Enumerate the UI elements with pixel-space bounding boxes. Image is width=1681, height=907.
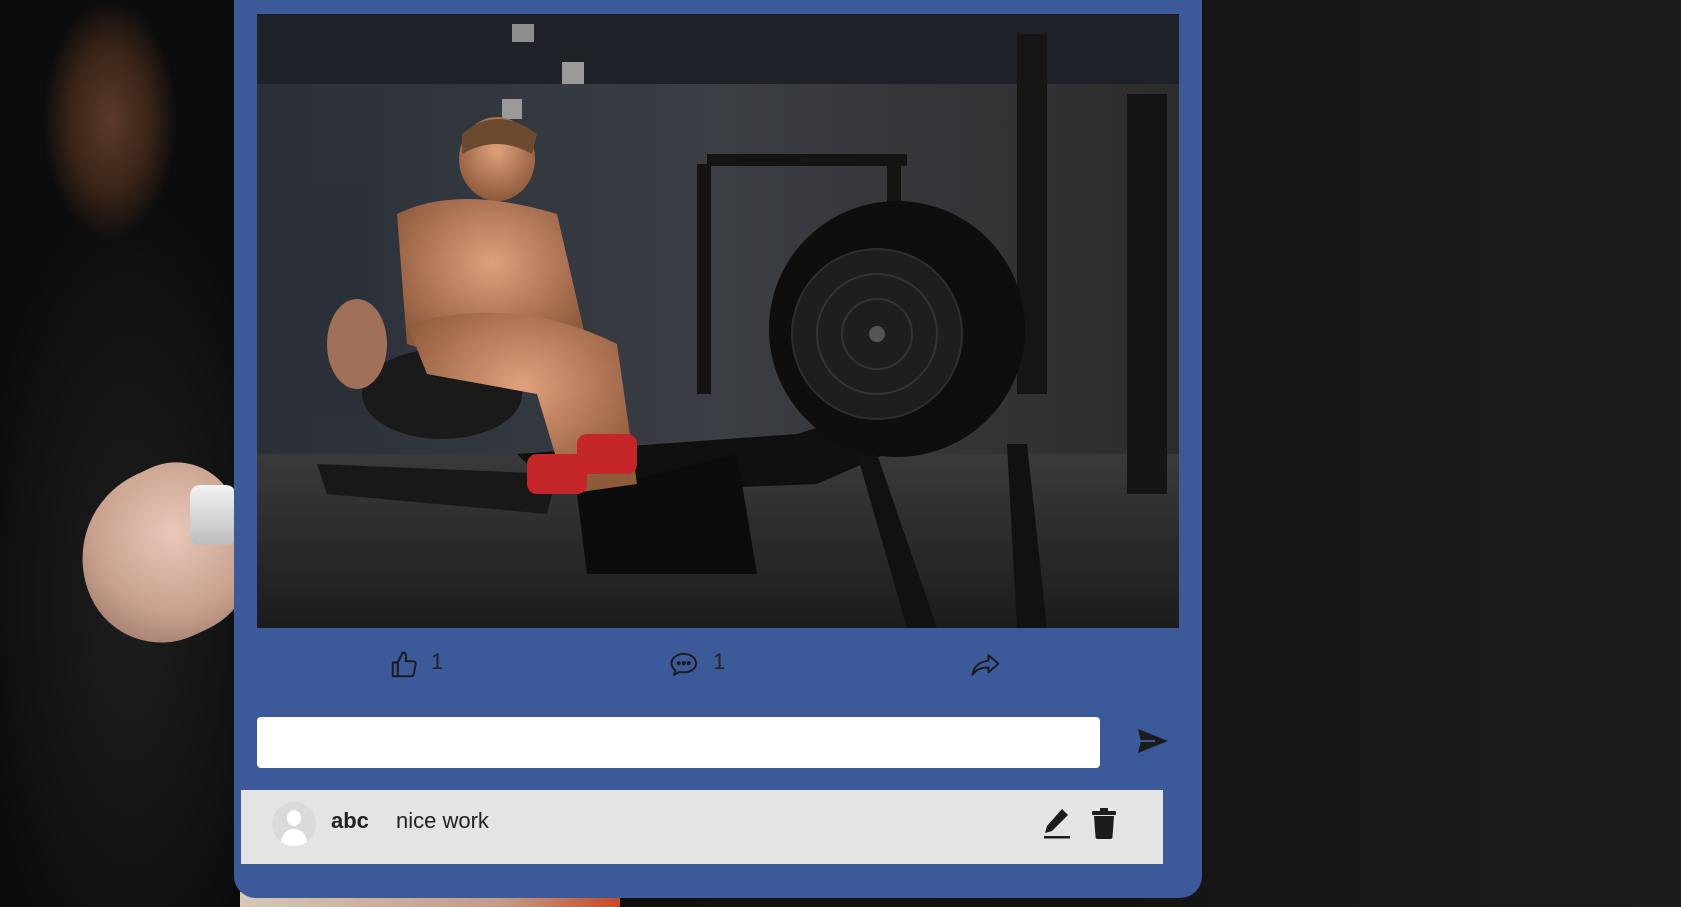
- comment-item: abc nice work: [241, 790, 1163, 864]
- delete-comment-button[interactable]: [1090, 806, 1118, 840]
- background-photo: [0, 0, 240, 907]
- send-button[interactable]: [1131, 719, 1175, 763]
- comment-author: abc: [331, 808, 369, 833]
- comment-count: 1: [713, 649, 726, 674]
- post-actions: 1 1: [234, 649, 1202, 700]
- like-count: 1: [431, 649, 444, 674]
- background-bottle: [190, 485, 236, 545]
- comment-input[interactable]: [257, 717, 1100, 768]
- send-icon: [1137, 727, 1169, 755]
- post-card: 1 1 abc nice work: [234, 0, 1202, 898]
- share-button[interactable]: [970, 650, 1002, 680]
- user-avatar-icon: [272, 802, 316, 846]
- page-background: 1 1 abc nice work: [0, 0, 1681, 907]
- comment-text: nice work: [396, 808, 489, 833]
- like-button[interactable]: 1: [389, 649, 444, 680]
- chat-bubbles-icon: [669, 650, 701, 680]
- thumbs-up-icon: [389, 650, 419, 680]
- post-image: [257, 14, 1179, 628]
- edit-comment-button[interactable]: [1041, 806, 1073, 840]
- pencil-icon: [1041, 806, 1073, 840]
- gym-photo-graphic: [257, 14, 1179, 628]
- trash-icon: [1090, 806, 1118, 840]
- share-arrow-icon: [970, 650, 1002, 680]
- comment-button[interactable]: 1: [669, 649, 726, 680]
